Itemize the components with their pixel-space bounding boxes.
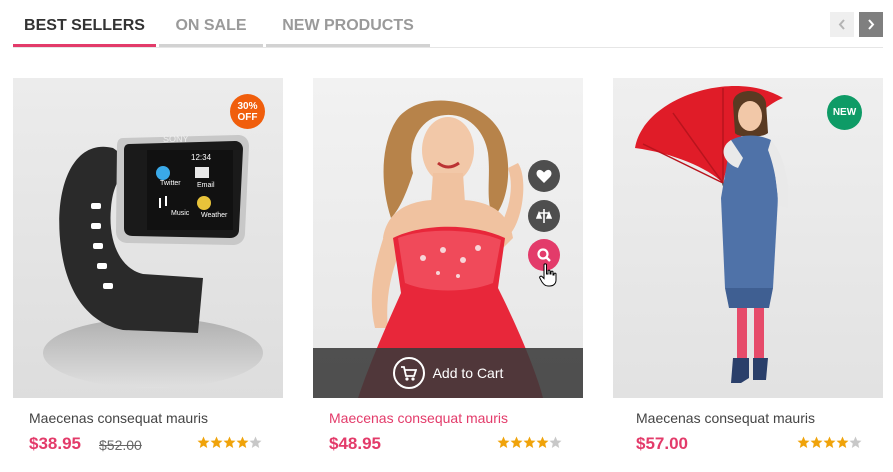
hand-cursor-icon	[539, 263, 557, 287]
product-price: $38.95	[29, 434, 81, 453]
rating-stars	[497, 436, 562, 449]
compare-icon	[536, 209, 552, 223]
new-badge: NEW	[827, 95, 862, 130]
star-filled-icon	[510, 436, 523, 448]
star-filled-icon	[210, 436, 223, 448]
compare-button[interactable]	[528, 200, 560, 232]
watch-app-label: Music	[171, 210, 190, 217]
watch-brand: SONY	[163, 134, 189, 144]
product-card[interactable]: Add to Cart Maecenas consequat mauris $4…	[313, 78, 583, 453]
star-filled-icon	[810, 436, 823, 448]
product-price: $57.00	[636, 434, 688, 453]
product-card[interactable]: SONY 12:34 Twitter Email Music Weather 3…	[13, 78, 283, 453]
tab-best-sellers[interactable]: BEST SELLERS	[13, 0, 156, 47]
star-empty-icon	[849, 436, 862, 448]
star-filled-icon	[823, 436, 836, 448]
watch-app-label: Email	[197, 182, 215, 189]
watch-app-label: Twitter	[160, 180, 181, 187]
carousel-next-button[interactable]	[859, 12, 883, 37]
product-name[interactable]: Maecenas consequat mauris	[29, 410, 208, 426]
product-price: $48.95	[329, 434, 381, 453]
star-empty-icon	[249, 436, 262, 448]
product-image[interactable]: NEW	[613, 78, 883, 398]
wishlist-button[interactable]	[528, 160, 560, 192]
magnifier-icon	[537, 248, 551, 262]
star-filled-icon	[197, 436, 210, 448]
rating-stars	[197, 436, 262, 449]
product-image[interactable]: SONY 12:34 Twitter Email Music Weather 3…	[13, 78, 283, 398]
star-empty-icon	[549, 436, 562, 448]
star-filled-icon	[236, 436, 249, 448]
star-filled-icon	[536, 436, 549, 448]
heart-icon	[536, 169, 552, 183]
tab-on-sale[interactable]: ON SALE	[159, 0, 263, 47]
product-old-price: $52.00	[99, 437, 142, 453]
watch-app-label: Weather	[201, 212, 228, 219]
star-filled-icon	[497, 436, 510, 448]
star-filled-icon	[797, 436, 810, 448]
product-name[interactable]: Maecenas consequat mauris	[329, 410, 508, 426]
rating-stars	[797, 436, 862, 449]
watch-time: 12:34	[191, 153, 212, 162]
product-tabs: BEST SELLERS ON SALE NEW PRODUCTS	[13, 0, 883, 48]
star-filled-icon	[223, 436, 236, 448]
chevron-right-icon	[868, 19, 875, 30]
cart-icon-circle	[392, 357, 425, 389]
cart-icon	[400, 365, 417, 381]
add-to-cart-button[interactable]: Add to Cart	[313, 348, 583, 398]
tab-new-products[interactable]: NEW PRODUCTS	[266, 0, 430, 47]
star-filled-icon	[836, 436, 849, 448]
product-name[interactable]: Maecenas consequat mauris	[636, 410, 815, 426]
add-to-cart-label: Add to Cart	[432, 365, 504, 381]
product-image[interactable]: Add to Cart	[313, 78, 583, 398]
sale-badge: 30% OFF	[230, 94, 265, 129]
star-filled-icon	[523, 436, 536, 448]
carousel-prev-button[interactable]	[830, 12, 854, 37]
product-card[interactable]: NEW Maecenas consequat mauris $57.00	[613, 78, 883, 453]
chevron-left-icon	[838, 19, 845, 30]
